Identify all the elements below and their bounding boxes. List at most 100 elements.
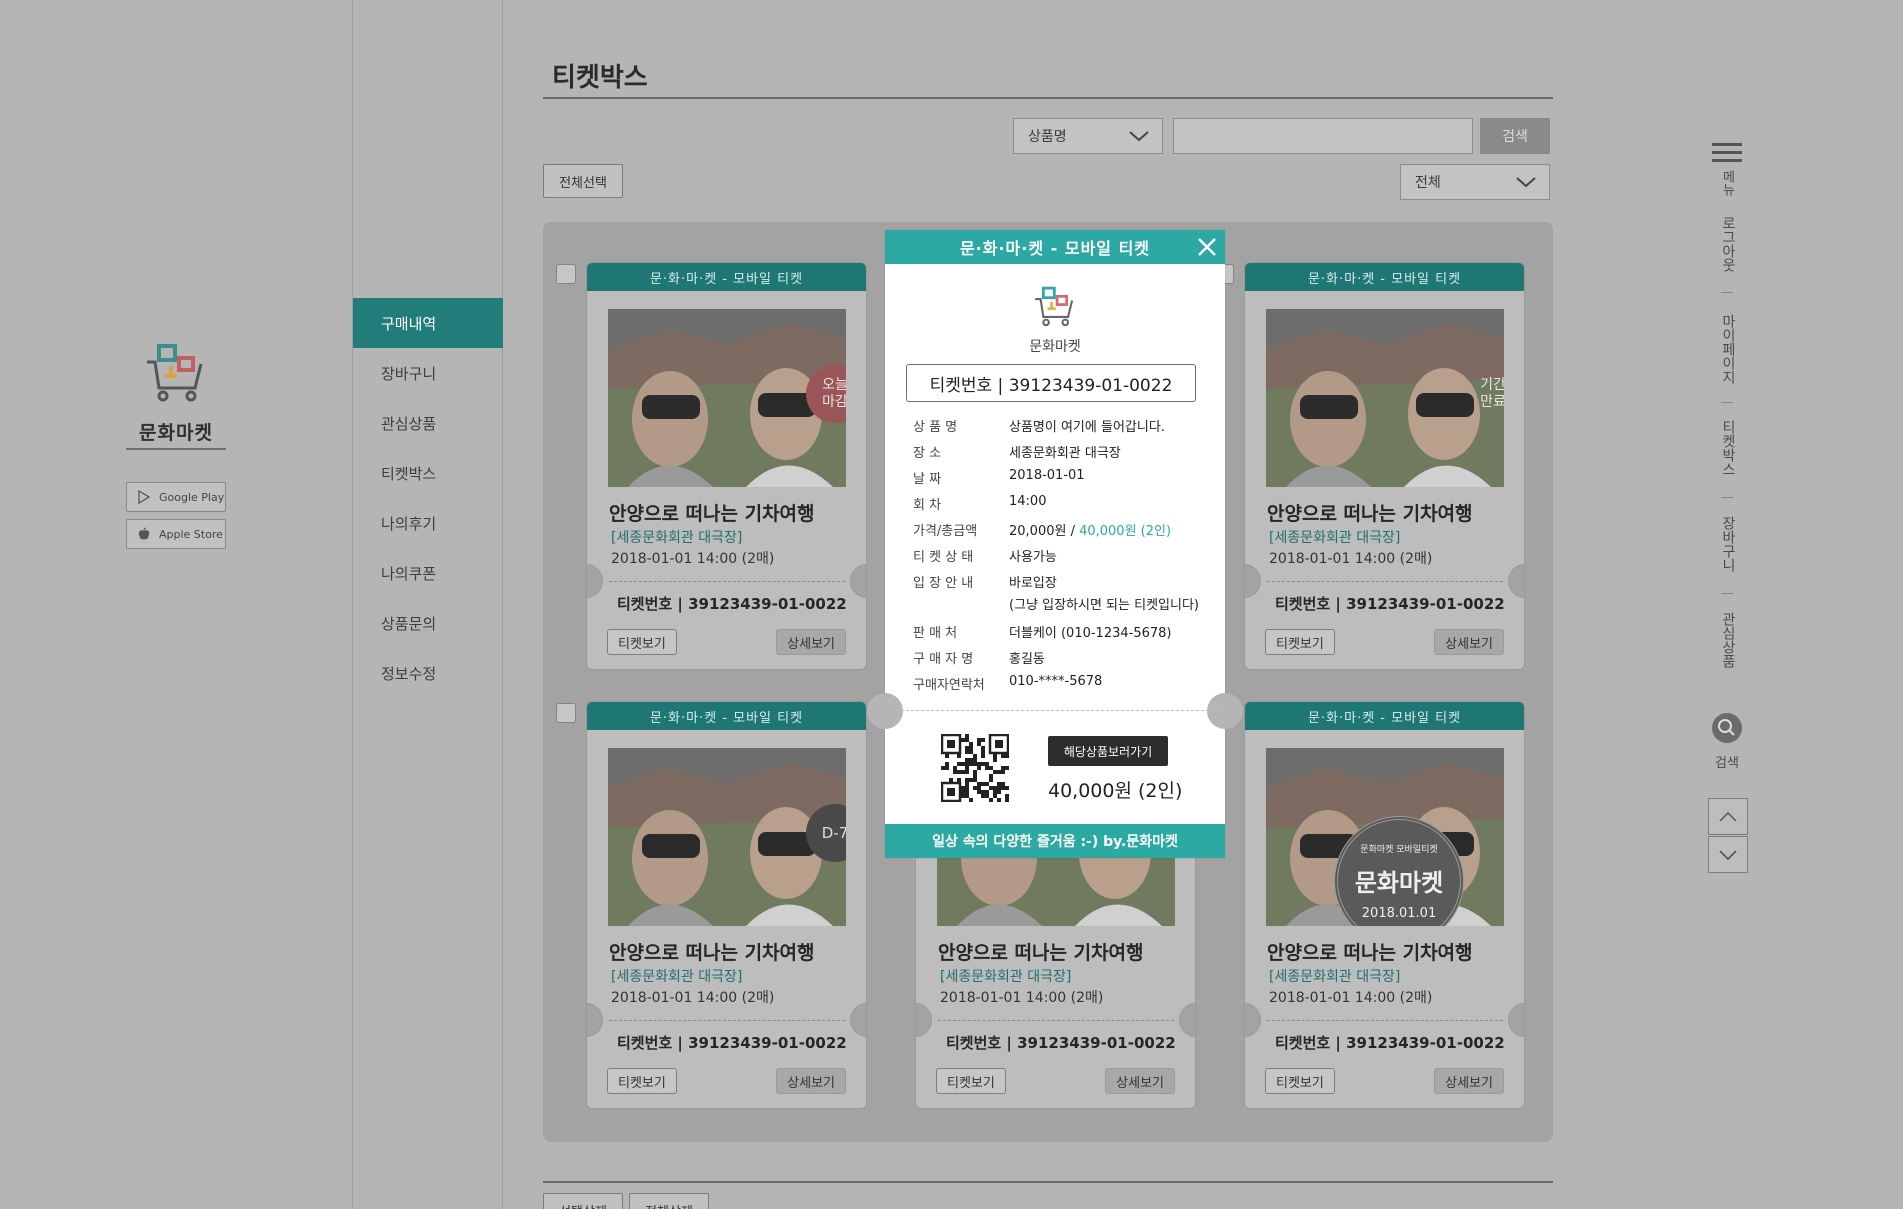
title-divider [543, 97, 1553, 99]
ticket-notch [587, 1003, 603, 1037]
right-link-cart[interactable]: 장바구니 [1718, 516, 1738, 572]
event-date: 2018-01-01 14:00 (2매) [1269, 990, 1433, 1006]
delete-all-button[interactable]: 전체삭제 [629, 1193, 709, 1209]
view-detail-button[interactable]: 상세보기 [776, 629, 846, 655]
view-detail-button[interactable]: 상세보기 [1105, 1068, 1175, 1094]
qr-code [941, 734, 1009, 802]
ticket-notch [1245, 1003, 1261, 1037]
mypage-nav: 구매내역 장바구니 관심상품 티켓박스 나의후기 나의쿠폰 상품문의 정보수정 [353, 0, 503, 1209]
cart-logo-icon [141, 340, 211, 410]
scroll-down-button[interactable] [1708, 836, 1748, 873]
right-link-wishlist[interactable]: 관심상품 [1718, 612, 1738, 668]
view-ticket-button[interactable]: 티켓보기 [1265, 1068, 1335, 1094]
ticket-checkbox[interactable] [556, 703, 576, 723]
event-image[interactable]: D-7 [608, 748, 846, 926]
go-to-product-button[interactable]: 해당상품보러가기 [1048, 736, 1168, 766]
nav-item-edit-profile[interactable]: 정보수정 [353, 648, 503, 698]
delete-selected-button[interactable]: 선택삭제 [543, 1193, 623, 1209]
row-label: 판 매 처 [913, 626, 958, 641]
right-link-logout[interactable]: 로그아웃 [1718, 216, 1738, 272]
row-label: 날 짜 [913, 472, 942, 487]
mobile-ticket-modal: 문·화·마·켓 - 모바일 티켓 문화마켓 티켓번호 | 39123439-01… [867, 230, 1243, 858]
right-menu-divider [1721, 292, 1733, 293]
event-title[interactable]: 안양으로 떠나는 기차여행 [938, 938, 1144, 965]
nav-item-cart[interactable]: 장바구니 [353, 348, 503, 398]
search-field-select[interactable]: 상품명 [1013, 118, 1163, 154]
search-field-select-value: 상품명 [1028, 129, 1067, 145]
row-value: (그냥 입장하시면 되는 티켓입니다) [1009, 598, 1199, 613]
card-dashed-divider [938, 1020, 1174, 1021]
row-value: 010-****-5678 [1009, 674, 1103, 689]
menu-button[interactable]: 메뉴 [1700, 142, 1754, 196]
event-title[interactable]: 안양으로 떠나는 기차여행 [609, 499, 815, 526]
nav-item-ticketbox[interactable]: 티켓박스 [353, 448, 503, 498]
modal-row-session: 회 차 14:00 [913, 494, 1046, 513]
nav-item-coupons[interactable]: 나의쿠폰 [353, 548, 503, 598]
search-icon [1712, 713, 1742, 743]
modal-footer: 일상 속의 다양한 즐거움 :-) by.문화마켓 [885, 824, 1225, 858]
modal-header: 문·화·마·켓 - 모바일 티켓 [885, 230, 1225, 264]
right-link-ticketbox[interactable]: 티켓박스 [1718, 420, 1738, 476]
brand-logo[interactable]: 문화마켓 [126, 340, 226, 445]
modal-row-date: 날 짜 2018-01-01 [913, 468, 1085, 487]
scroll-up-button[interactable] [1708, 798, 1748, 835]
ticket-notch [867, 693, 903, 729]
event-venue: [세종문화회관 대극장] [940, 969, 1072, 985]
chevron-down-icon [1719, 849, 1737, 860]
view-ticket-button[interactable]: 티켓보기 [936, 1068, 1006, 1094]
event-title[interactable]: 안양으로 떠나는 기차여행 [609, 938, 815, 965]
filter-select[interactable]: 전체 [1400, 164, 1550, 200]
right-search-label: 검색 [1715, 756, 1739, 771]
event-image[interactable]: 문화마켓 모바일티켓 문화마켓 2018.01.01 [1266, 748, 1504, 926]
apple-store-button[interactable]: Apple Store [126, 519, 226, 549]
ticket-checkbox[interactable] [556, 264, 576, 284]
view-detail-button[interactable]: 상세보기 [1434, 629, 1504, 655]
event-title[interactable]: 안양으로 떠나는 기차여행 [1267, 499, 1473, 526]
row-value: 20,000원 / 40,000원 (2인) [1009, 520, 1171, 539]
event-image[interactable]: 오늘 마감 [608, 309, 846, 487]
card-dashed-divider [1267, 1020, 1503, 1021]
event-title[interactable]: 안양으로 떠나는 기차여행 [1267, 938, 1473, 965]
row-value: 홍길동 [1009, 652, 1045, 667]
modal-logo-icon [1025, 284, 1085, 336]
close-icon[interactable] [1197, 237, 1217, 257]
modal-row-entry-note: (그냥 입장하시면 되는 티켓입니다) [1009, 594, 1199, 613]
event-image[interactable]: 기간 만료 [1266, 309, 1504, 487]
right-link-mypage[interactable]: 마이페이지 [1718, 314, 1738, 384]
event-venue: [세종문화회관 대극장] [1269, 969, 1401, 985]
ticket-number: 티켓번호 | 39123439-01-0022 [617, 1034, 847, 1052]
nav-item-purchases[interactable]: 구매내역 [353, 298, 503, 348]
row-value: 14:00 [1009, 494, 1047, 509]
nav-item-wishlist[interactable]: 관심상품 [353, 398, 503, 448]
nav-item-reviews[interactable]: 나의후기 [353, 498, 503, 548]
view-detail-button[interactable]: 상세보기 [1434, 1068, 1504, 1094]
view-ticket-button[interactable]: 티켓보기 [1265, 629, 1335, 655]
ticket-notch [916, 1003, 932, 1037]
view-ticket-button[interactable]: 티켓보기 [607, 1068, 677, 1094]
play-icon [138, 490, 151, 504]
brand-divider [126, 448, 226, 450]
ticket-notch [587, 564, 603, 598]
ticket-number: 티켓번호 | 39123439-01-0022 [1275, 595, 1505, 613]
right-search-button[interactable]: 검색 [1700, 712, 1754, 771]
modal-row-buyer: 구 매 자 명 홍길동 [913, 648, 1045, 667]
search-button[interactable]: 검색 [1480, 118, 1550, 154]
right-menu-divider [1721, 497, 1733, 498]
search-input[interactable] [1173, 118, 1473, 154]
filter-select-value: 전체 [1415, 175, 1441, 191]
modal-row-buyer-phone: 구매자연락처 010-****-5678 [913, 674, 1102, 693]
stamp-arc-text: 문화마켓 모바일티켓 [1360, 845, 1438, 855]
row-label: 티 켓 상 태 [913, 550, 974, 565]
google-play-button[interactable]: Google Play [126, 482, 226, 512]
row-label: 회 차 [913, 498, 942, 513]
modal-ticket-number: 티켓번호 | 39123439-01-0022 [906, 364, 1196, 402]
view-ticket-button[interactable]: 티켓보기 [607, 629, 677, 655]
select-all-button[interactable]: 전체선택 [543, 164, 623, 198]
view-detail-button[interactable]: 상세보기 [776, 1068, 846, 1094]
row-value: 세종문화회관 대극장 [1009, 446, 1121, 461]
nav-item-inquiries[interactable]: 상품문의 [353, 598, 503, 648]
apple-icon [138, 527, 150, 540]
row-value: 바로입장 [1009, 576, 1057, 591]
ticket-notch [1245, 564, 1261, 598]
row-value: 사용가능 [1009, 550, 1057, 565]
